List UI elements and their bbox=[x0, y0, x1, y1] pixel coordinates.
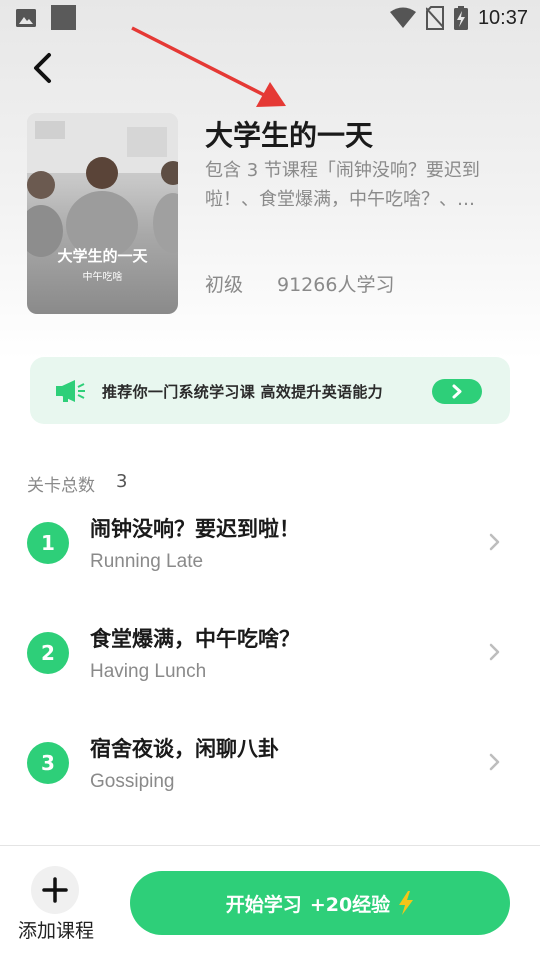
cover-title: 大学生的一天 bbox=[57, 247, 148, 265]
chevron-left-icon bbox=[34, 53, 51, 83]
lesson-subtitle: Having Lunch bbox=[90, 661, 207, 682]
lesson-item-2[interactable]: 2 食堂爆满，中午吃啥？ Having Lunch bbox=[0, 610, 540, 710]
add-course-button[interactable]: 添加课程 bbox=[10, 866, 102, 946]
promo-arrow-button[interactable] bbox=[432, 379, 482, 404]
course-description: 包含 3 节课程「闹钟没响？要迟到啦！、食堂爆满，中午吃啥？、… bbox=[205, 160, 480, 210]
cover-photo bbox=[27, 113, 178, 259]
course-cover[interactable]: 大学生的一天 中午吃啥 bbox=[27, 113, 178, 314]
chevron-right-icon bbox=[489, 533, 500, 551]
lesson-title: 食堂爆满，中午吃啥？ bbox=[90, 627, 300, 651]
add-course-label: 添加课程 bbox=[17, 920, 94, 942]
course-level: 初级 bbox=[205, 274, 244, 296]
lesson-subtitle: Running Late bbox=[90, 551, 204, 572]
no-sim-icon bbox=[425, 6, 444, 30]
lesson-item-3[interactable]: 3 宿舍夜谈，闲聊八卦 Gossiping bbox=[0, 720, 540, 820]
wifi-icon bbox=[389, 7, 416, 28]
bottom-divider bbox=[0, 845, 540, 846]
learner-count: 91266人学习 bbox=[277, 274, 395, 296]
lightning-icon bbox=[399, 891, 414, 915]
back-button[interactable] bbox=[24, 48, 64, 88]
battery-charging-icon bbox=[453, 6, 468, 30]
promo-text: 推荐你一门系统学习课 高效提升英语能力 bbox=[102, 383, 383, 401]
cover-subtitle: 中午吃啥 bbox=[82, 272, 123, 283]
chevron-right-icon bbox=[489, 753, 500, 771]
annotation-arrow-icon bbox=[131, 26, 286, 107]
promo-banner[interactable]: 推荐你一门系统学习课 高效提升英语能力 bbox=[30, 357, 510, 424]
exp-reward-label: +20经验 bbox=[309, 893, 391, 916]
chevron-right-icon bbox=[489, 643, 500, 661]
plus-icon bbox=[42, 877, 68, 903]
lesson-number-badge: 1 bbox=[27, 522, 69, 564]
lesson-item-1[interactable]: 1 闹钟没响？要迟到啦！ Running Late bbox=[0, 500, 540, 600]
megaphone-icon bbox=[56, 380, 85, 402]
lesson-title: 闹钟没响？要迟到啦！ bbox=[90, 517, 300, 541]
level-count-value: 3 bbox=[116, 471, 128, 492]
chevron-right-icon bbox=[452, 384, 462, 399]
lesson-number-badge: 2 bbox=[27, 632, 69, 674]
start-learning-label: 开始学习 bbox=[225, 893, 302, 916]
level-count-label: 关卡总数 bbox=[27, 476, 95, 496]
clock-time: 10:37 bbox=[477, 6, 528, 29]
course-title: 大学生的一天 bbox=[205, 119, 374, 152]
lesson-subtitle: Gossiping bbox=[90, 771, 175, 792]
start-learning-button[interactable]: 开始学习 +20经验 bbox=[130, 871, 510, 935]
lesson-number-badge: 3 bbox=[27, 742, 69, 784]
add-icon-circle bbox=[31, 866, 79, 914]
square-icon bbox=[51, 5, 76, 30]
lesson-title: 宿舍夜谈，闲聊八卦 bbox=[90, 737, 279, 761]
image-icon bbox=[16, 9, 36, 27]
